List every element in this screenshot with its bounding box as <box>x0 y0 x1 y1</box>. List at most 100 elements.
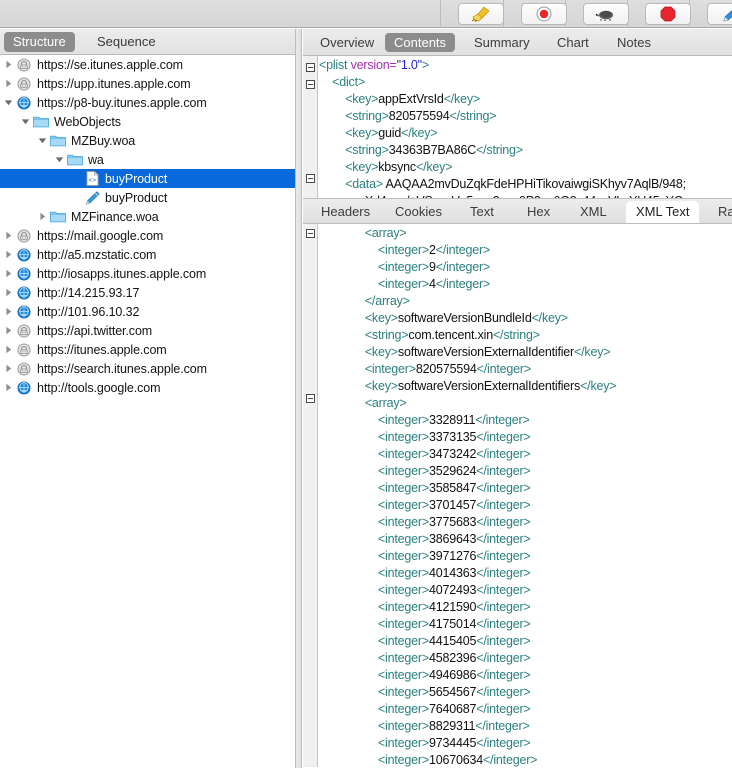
request-xml-view[interactable]: <plist version="1.0"> <dict> <key>appExt… <box>303 56 732 198</box>
fold-toggle[interactable] <box>306 394 315 403</box>
response-xml-view[interactable]: <array> <integer>2</integer> <integer>9<… <box>303 224 732 767</box>
folder-icon <box>32 112 50 131</box>
subtab-xml-text[interactable]: XML Text <box>626 201 700 223</box>
tree-row-label: https://itunes.apple.com <box>37 342 167 357</box>
tree-row[interactable]: http://a5.mzstatic.com <box>0 245 295 264</box>
chevron-right-icon[interactable] <box>2 340 15 359</box>
xml-line: <integer>3869643</integer> <box>319 531 732 548</box>
chevron-down-icon[interactable] <box>53 150 66 169</box>
tree-row[interactable]: http://iosapps.itunes.apple.com <box>0 264 295 283</box>
tab-chart[interactable]: Chart <box>548 33 598 52</box>
tree-row[interactable]: http://tools.google.com <box>0 378 295 397</box>
xml-tag: <integer> <box>377 685 429 699</box>
chevron-right-icon[interactable] <box>2 359 15 378</box>
chevron-right-icon[interactable] <box>2 283 15 302</box>
lower-fold-gutter[interactable] <box>303 224 318 767</box>
tree-row[interactable]: MZBuy.woa <box>0 131 295 150</box>
xml-tag: </key> <box>443 92 481 106</box>
fold-toggle[interactable] <box>306 80 315 89</box>
chevron-right-icon[interactable] <box>2 55 15 74</box>
xml-tag: </key> <box>415 160 453 174</box>
tree-row-label: wa <box>88 152 104 167</box>
panel-splitter[interactable] <box>295 29 302 768</box>
folder-icon <box>66 150 84 169</box>
xml-txt: 820575594 <box>388 109 450 123</box>
tree-row[interactable]: https://p8-buy.itunes.apple.com <box>0 93 295 112</box>
tree-row-label: MZFinance.woa <box>71 209 159 224</box>
xml-tag: <integer> <box>377 634 429 648</box>
tree-row[interactable]: https://api.twitter.com <box>0 321 295 340</box>
xml-tag: </integer> <box>435 260 491 274</box>
xml-tag: </integer> <box>475 719 530 733</box>
stop-button[interactable] <box>645 3 691 25</box>
tab-overview[interactable]: Overview <box>311 33 383 52</box>
chevron-right-icon[interactable] <box>2 302 15 321</box>
subtab-ra[interactable]: Ra <box>708 201 732 223</box>
xml-line: <string>com.tencent.xin</string> <box>319 327 732 344</box>
xml-line: <integer>9734445</integer> <box>319 735 732 752</box>
tab-summary[interactable]: Summary <box>465 33 539 52</box>
record-button[interactable] <box>521 3 567 25</box>
xml-tag: <integer> <box>364 362 416 376</box>
tree-row[interactable]: http://101.96.10.32 <box>0 302 295 321</box>
structure-tree[interactable]: https://se.itunes.apple.com https://upp.i… <box>0 55 295 767</box>
tree-row[interactable]: <> buyProduct <box>0 169 295 188</box>
xml-tag: <key> <box>345 92 379 106</box>
chevron-right-icon[interactable] <box>2 245 15 264</box>
upper-xml-code: <plist version="1.0"> <dict> <key>appExt… <box>319 56 732 198</box>
xml-tag: </integer> <box>482 753 538 767</box>
tree-row[interactable]: wa <box>0 150 295 169</box>
throttle-button[interactable] <box>583 3 629 25</box>
xml-tag: </array> <box>364 294 410 308</box>
chevron-down-icon[interactable] <box>2 93 15 112</box>
xml-line: <key>kbsync</key> <box>319 159 732 176</box>
chevron-down-icon[interactable] <box>19 112 32 131</box>
xml-txt: 3775683 <box>428 515 477 529</box>
xml-line: <data> AAQAA2mvDuZqkFdeHPHiTikovaiwgiSKh… <box>319 176 732 193</box>
lock-host-icon <box>15 55 33 74</box>
chevron-right-icon[interactable] <box>36 207 49 226</box>
subtab-hex[interactable]: Hex <box>517 201 560 223</box>
tree-row[interactable]: buyProduct <box>0 188 295 207</box>
tab-notes[interactable]: Notes <box>608 33 660 52</box>
upper-fold-gutter[interactable] <box>303 56 318 198</box>
chevron-down-icon[interactable] <box>36 131 49 150</box>
xml-tag: <dict> <box>332 75 365 89</box>
subtab-xml[interactable]: XML <box>570 201 617 223</box>
chevron-right-icon[interactable] <box>2 226 15 245</box>
compose-button[interactable] <box>707 3 732 25</box>
xml-tag: </key> <box>574 345 611 359</box>
xml-line: <integer>3473242</integer> <box>319 446 732 463</box>
subtab-cookies[interactable]: Cookies <box>385 201 452 223</box>
fold-toggle[interactable] <box>306 229 315 238</box>
tree-row[interactable]: https://search.itunes.apple.com <box>0 359 295 378</box>
chevron-right-icon[interactable] <box>2 378 15 397</box>
tree-row[interactable]: MZFinance.woa <box>0 207 295 226</box>
xml-txt: 7640687 <box>428 702 477 716</box>
xml-txt: 4582396 <box>428 651 477 665</box>
fold-toggle[interactable] <box>306 174 315 183</box>
xml-txt: 820575594 <box>415 362 477 376</box>
tree-row[interactable]: https://itunes.apple.com <box>0 340 295 359</box>
tab-contents[interactable]: Contents <box>385 33 456 52</box>
tree-row[interactable]: http://14.215.93.17 <box>0 283 295 302</box>
chevron-right-icon[interactable] <box>2 74 15 93</box>
tab-structure[interactable]: Structure <box>4 32 75 52</box>
xml-tag: </integer> <box>476 464 531 478</box>
tree-row[interactable]: WebObjects <box>0 112 295 131</box>
xml-txt: softwareVersionExternalIdentifiers <box>397 379 581 393</box>
xml-tag: <integer> <box>377 260 429 274</box>
folder-icon <box>49 207 67 226</box>
chevron-right-icon[interactable] <box>2 264 15 283</box>
xml-tag: <key> <box>364 311 398 325</box>
subtab-text[interactable]: Text <box>460 201 504 223</box>
xml-line: <key>softwareVersionExternalIdentifier</… <box>319 344 732 361</box>
fold-toggle[interactable] <box>306 63 315 72</box>
clear-button[interactable] <box>458 3 504 25</box>
tab-sequence[interactable]: Sequence <box>88 32 165 52</box>
tree-row[interactable]: https://mail.google.com <box>0 226 295 245</box>
subtab-headers[interactable]: Headers <box>311 201 380 223</box>
chevron-right-icon[interactable] <box>2 321 15 340</box>
tree-row[interactable]: https://se.itunes.apple.com <box>0 55 295 74</box>
tree-row[interactable]: https://upp.itunes.apple.com <box>0 74 295 93</box>
